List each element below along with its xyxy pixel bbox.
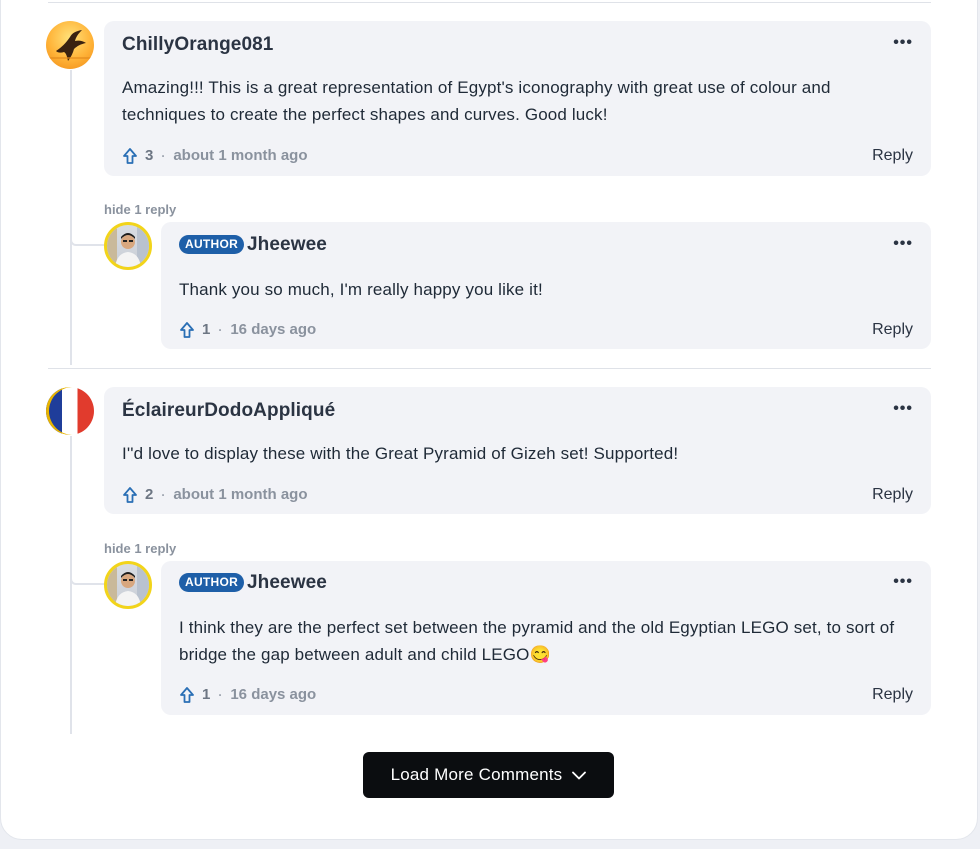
comment-username[interactable]: ÉclaireurDodoAppliqué — [122, 400, 335, 422]
hide-replies-toggle[interactable]: hide 1 reply — [104, 541, 176, 556]
reply-text: Thank you so much, I'm really happy you … — [179, 280, 543, 299]
french-flag-avatar[interactable] — [46, 387, 94, 435]
author-badge: AUTHOR — [179, 235, 245, 254]
comment-bubble: ChillyOrange081 ••• Amazing!!! This is a… — [104, 21, 931, 176]
comment-meta: 2 · about 1 month ago — [123, 486, 308, 503]
reply-button[interactable]: Reply — [872, 686, 913, 704]
author-badge: AUTHOR — [179, 573, 245, 592]
bird-silhouette-avatar[interactable] — [46, 21, 94, 69]
reply-bubble: AUTHOR Jheewee ••• I think they are the … — [161, 561, 931, 715]
bird-icon — [48, 30, 92, 61]
more-options-icon[interactable]: ••• — [893, 236, 913, 252]
reply-username[interactable]: Jheewee — [247, 572, 327, 594]
upvote-count: 1 — [202, 686, 211, 703]
reply-text: I think they are the perfect set between… — [179, 618, 895, 664]
comment-timestamp: about 1 month ago — [173, 147, 308, 164]
comment-meta: 3 · about 1 month ago — [123, 147, 308, 164]
upvote-count: 2 — [145, 486, 154, 503]
reply-button[interactable]: Reply — [872, 321, 913, 339]
upvote-icon[interactable] — [180, 686, 194, 703]
upvote-icon[interactable] — [180, 321, 194, 338]
meta-separator: · — [218, 687, 223, 702]
separator — [48, 368, 931, 369]
meta-separator: · — [218, 322, 223, 337]
upvote-count: 3 — [145, 147, 154, 164]
reply-username[interactable]: Jheewee — [247, 234, 327, 256]
comment-bubble: ÉclaireurDodoAppliqué ••• I''d love to d… — [104, 387, 931, 514]
person-photo-avatar[interactable] — [104, 222, 152, 270]
more-options-icon[interactable]: ••• — [893, 401, 913, 417]
reply-connector — [70, 200, 106, 246]
more-options-icon[interactable]: ••• — [893, 35, 913, 51]
reply-bubble: AUTHOR Jheewee ••• Thank you so much, I'… — [161, 222, 931, 349]
reply-connector — [70, 540, 106, 585]
reply-timestamp: 16 days ago — [230, 321, 317, 338]
upvote-icon[interactable] — [123, 147, 137, 164]
comment-text: I''d love to display these with the Grea… — [122, 444, 679, 463]
person-icon — [107, 564, 149, 606]
reply-meta: 1 · 16 days ago — [180, 321, 316, 338]
upvote-count: 1 — [202, 321, 211, 338]
person-photo-avatar[interactable] — [104, 561, 152, 609]
separator — [48, 2, 931, 3]
person-icon — [107, 225, 149, 267]
reply-button[interactable]: Reply — [872, 486, 913, 504]
reply-timestamp: 16 days ago — [230, 686, 317, 703]
more-options-icon[interactable]: ••• — [893, 574, 913, 590]
thread-line — [70, 436, 72, 734]
meta-separator: · — [161, 487, 166, 502]
comment-username[interactable]: ChillyOrange081 — [122, 34, 273, 56]
meta-separator: · — [161, 148, 166, 163]
load-more-comments-button[interactable]: Load More Comments — [363, 752, 614, 798]
load-more-label: Load More Comments — [390, 765, 563, 784]
reply-meta: 1 · 16 days ago — [180, 686, 316, 703]
comment-text: Amazing!!! This is a great representatio… — [122, 78, 831, 124]
hide-replies-toggle[interactable]: hide 1 reply — [104, 202, 176, 217]
comment-timestamp: about 1 month ago — [173, 486, 308, 503]
reply-button[interactable]: Reply — [872, 147, 913, 165]
chevron-down-icon — [572, 771, 587, 780]
upvote-icon[interactable] — [123, 486, 137, 503]
